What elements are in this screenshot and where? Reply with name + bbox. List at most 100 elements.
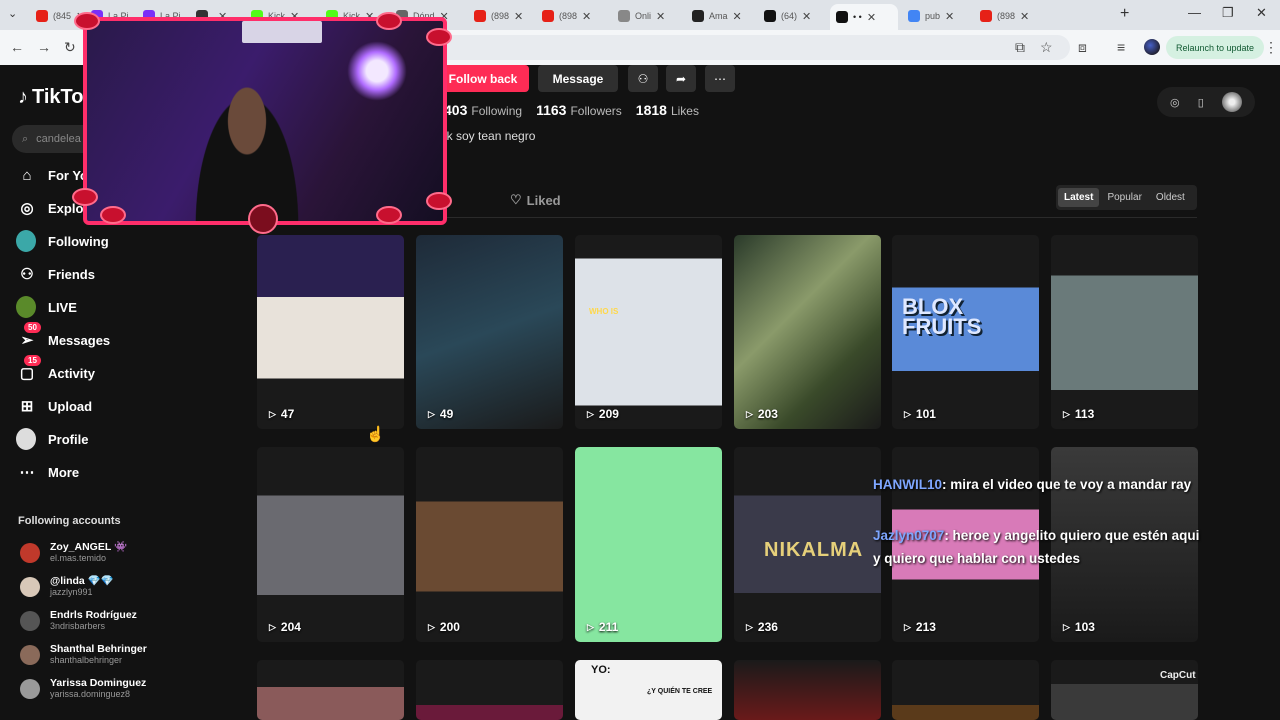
- extensions-icon[interactable]: ⧈: [1078, 39, 1087, 56]
- forward-icon[interactable]: →: [37, 39, 51, 55]
- user-avatar[interactable]: [1221, 92, 1242, 112]
- tab-close-icon[interactable]: ✕: [1020, 10, 1029, 23]
- video-card[interactable]: ▷ 204: [257, 447, 404, 642]
- chrome-menu-icon[interactable]: ⋮: [1264, 39, 1278, 56]
- tab-liked[interactable]: ♡ Liked: [510, 192, 561, 208]
- nav-item-following[interactable]: Following: [16, 230, 109, 252]
- following-account[interactable]: Endrls Rodríguez 3ndrisbarbers: [20, 609, 137, 632]
- browser-tab[interactable]: • • ✕: [830, 4, 898, 30]
- video-card[interactable]: ▷ 49: [416, 235, 563, 429]
- upload-icon: ⊞: [20, 398, 34, 415]
- browser-tab[interactable]: pub ✕: [902, 4, 970, 28]
- restore-icon[interactable]: ❐: [1222, 5, 1234, 21]
- video-card[interactable]: [416, 660, 563, 720]
- stat-following[interactable]: 403 Following: [444, 102, 522, 118]
- view-count-value: 200: [439, 620, 460, 634]
- nav-item-messages[interactable]: ➢ 50 Messages: [18, 322, 110, 349]
- back-icon[interactable]: ←: [10, 39, 24, 55]
- browser-tab[interactable]: Ama ✕: [686, 4, 754, 28]
- cast-icon[interactable]: ⧉: [1015, 39, 1025, 56]
- chat-message: HANWIL10: mira el video que te voy a man…: [873, 473, 1203, 496]
- tab-title: Onli: [635, 11, 652, 21]
- video-card[interactable]: WHO IS ▷ 209: [575, 235, 722, 429]
- follow-back-button[interactable]: Follow back: [437, 65, 529, 92]
- following-account[interactable]: Shanthal Behringer shanthalbehringer: [20, 643, 147, 666]
- message-button[interactable]: Message: [538, 65, 618, 92]
- thumbnail-caption: ¿Y QUIÉN TE CREE: [647, 688, 713, 695]
- video-card[interactable]: NIKALMA ▷ 236: [734, 447, 881, 642]
- browser-tab[interactable]: (898 ✕: [468, 4, 532, 28]
- following-accounts-title: Following accounts: [18, 515, 121, 527]
- close-window-icon[interactable]: ✕: [1256, 5, 1267, 21]
- relaunch-button[interactable]: Relaunch to update: [1166, 36, 1264, 59]
- tab-close-icon[interactable]: ✕: [656, 10, 665, 23]
- sort-latest[interactable]: Latest: [1058, 188, 1100, 207]
- following-account[interactable]: Zoy_ANGEL 👾 el.mas.temido: [20, 541, 127, 564]
- nav-item-live[interactable]: LIVE: [16, 296, 77, 318]
- thumbnail-text: NIKALMA: [764, 539, 864, 561]
- nav-label: Activity: [48, 365, 95, 381]
- tab-title: (898: [997, 11, 1016, 21]
- browser-tab[interactable]: Onli ✕: [612, 4, 682, 28]
- account-avatar: [20, 644, 40, 665]
- video-card[interactable]: YO: ¿Y QUIÉN TE CREE: [575, 660, 722, 720]
- tab-favicon-icon: [980, 10, 992, 22]
- following-account[interactable]: @linda 💎💎 jazzlyn991: [20, 575, 114, 598]
- browser-tab[interactable]: (845✕: [30, 4, 81, 28]
- new-tab-button[interactable]: +: [1120, 5, 1129, 23]
- video-card[interactable]: ▷ 47: [257, 235, 404, 429]
- coin-icon[interactable]: ◎: [1170, 96, 1180, 109]
- browser-tab[interactable]: (898 ✕: [974, 4, 1042, 28]
- following-account[interactable]: Yarissa Dominguez yarissa.dominguez8: [20, 677, 146, 700]
- cloud-icon: [426, 192, 452, 210]
- browser-tab[interactable]: (898 ✕: [536, 4, 608, 28]
- nav-item-more[interactable]: ⋯ More: [18, 463, 80, 481]
- device-icon[interactable]: ▯: [1198, 96, 1204, 109]
- tiktok-note-icon: ♪: [18, 86, 28, 108]
- tab-close-icon[interactable]: ✕: [867, 11, 876, 24]
- tab-favicon-icon: [764, 10, 776, 22]
- share-icon[interactable]: ➦: [666, 65, 696, 92]
- tab-title: (898: [491, 11, 510, 21]
- minimize-icon[interactable]: —: [1188, 5, 1201, 20]
- nav-item-friends[interactable]: ⚇ Friends: [18, 265, 95, 283]
- tab-close-icon[interactable]: ✕: [802, 10, 811, 23]
- media-controls-icon[interactable]: ≡: [1117, 39, 1125, 55]
- nav-item-profile[interactable]: Profile: [16, 428, 88, 450]
- tab-close-icon[interactable]: ✕: [733, 10, 742, 23]
- tab-title: pub: [925, 11, 941, 21]
- tab-search-icon[interactable]: ⌄: [8, 7, 17, 20]
- nav-item-activity[interactable]: ▢ 15 Activity: [18, 355, 95, 382]
- account-handle: jazzlyn991: [50, 587, 93, 597]
- video-card[interactable]: ▷ 200: [416, 447, 563, 642]
- browser-tab[interactable]: (64) ✕: [758, 4, 826, 28]
- tab-favicon-icon: [618, 10, 630, 22]
- tab-close-icon[interactable]: ✕: [945, 10, 954, 23]
- video-card[interactable]: [1051, 660, 1198, 720]
- view-count: ▷ 204: [269, 620, 301, 634]
- video-card[interactable]: ▷ 211: [575, 447, 722, 642]
- chrome-profile-avatar[interactable]: [1144, 39, 1160, 55]
- video-card[interactable]: [892, 660, 1039, 720]
- video-card[interactable]: [734, 660, 881, 720]
- add-friend-icon[interactable]: ⚇: [628, 65, 658, 92]
- view-count: ▷ 113: [1063, 407, 1094, 421]
- home-icon: ⌂: [22, 166, 32, 184]
- nav-item-upload[interactable]: ⊞ Upload: [18, 397, 92, 415]
- sort-popular[interactable]: Popular: [1101, 188, 1147, 207]
- bookmark-star-icon[interactable]: ☆: [1040, 39, 1053, 56]
- reload-icon[interactable]: ↻: [64, 39, 76, 56]
- more-options-icon[interactable]: ⋯: [705, 65, 735, 92]
- heart-lock-icon: ♡: [510, 192, 522, 207]
- tab-close-icon[interactable]: ✕: [582, 10, 591, 23]
- video-card[interactable]: BLOX FRUITS ▷ 101: [892, 235, 1039, 429]
- video-card[interactable]: ▷ 113: [1051, 235, 1198, 429]
- video-card[interactable]: ▷ 203: [734, 235, 881, 429]
- tab-close-icon[interactable]: ✕: [514, 10, 523, 23]
- stat-followers[interactable]: 1163 Followers: [536, 102, 622, 118]
- mouse-cursor-icon: ☝: [366, 426, 385, 443]
- play-icon: ▷: [587, 621, 594, 632]
- video-card[interactable]: [257, 660, 404, 720]
- cloud-icon: [100, 206, 126, 224]
- sort-oldest[interactable]: Oldest: [1150, 188, 1191, 207]
